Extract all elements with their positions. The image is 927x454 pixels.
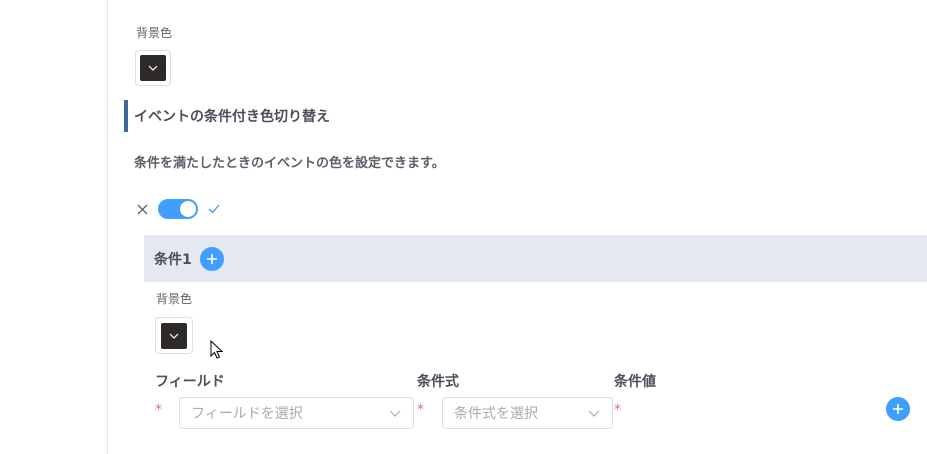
condition-background-picker[interactable] [155,317,193,354]
plus-icon [893,404,903,414]
condition-header: 条件1 [144,235,927,282]
required-mark: * [155,402,162,418]
condition-background-label: 背景色 [156,292,193,306]
field-column-header: フィールド [155,374,225,390]
expression-select[interactable]: 条件式を選択 [442,397,613,429]
expression-select-placeholder: 条件式を選択 [454,406,538,422]
content-left-border [107,0,108,454]
section-title-text: イベントの条件付き色切り替え [134,109,330,125]
conditional-color-switch[interactable] [158,199,198,219]
field-select[interactable]: フィールドを選択 [179,397,414,429]
color-swatch [140,55,166,81]
required-mark: * [417,402,424,418]
color-swatch [161,323,187,349]
add-row-button[interactable] [886,397,910,421]
chevron-down-icon [389,410,401,417]
plus-icon [206,253,217,264]
chevron-down-icon [169,333,179,339]
add-condition-button[interactable] [199,246,224,271]
section-title: イベントの条件付き色切り替え [124,100,330,132]
chevron-down-icon [588,410,600,417]
section-description: 条件を満たしたときのイベントの色を設定できます。 [134,156,445,171]
switch-knob [180,201,196,217]
close-icon [137,204,148,214]
check-icon [208,204,220,214]
chevron-down-icon [148,65,158,71]
toggle-row [137,197,220,221]
required-mark: * [614,402,621,418]
condition-title: 条件1 [154,251,192,268]
value-column-header: 条件値 [614,374,656,390]
expression-column-header: 条件式 [417,374,459,390]
background-color-label: 背景色 [136,26,173,40]
field-select-placeholder: フィールドを選択 [191,406,303,422]
background-color-picker[interactable] [135,50,171,86]
mouse-cursor-icon [210,340,224,359]
